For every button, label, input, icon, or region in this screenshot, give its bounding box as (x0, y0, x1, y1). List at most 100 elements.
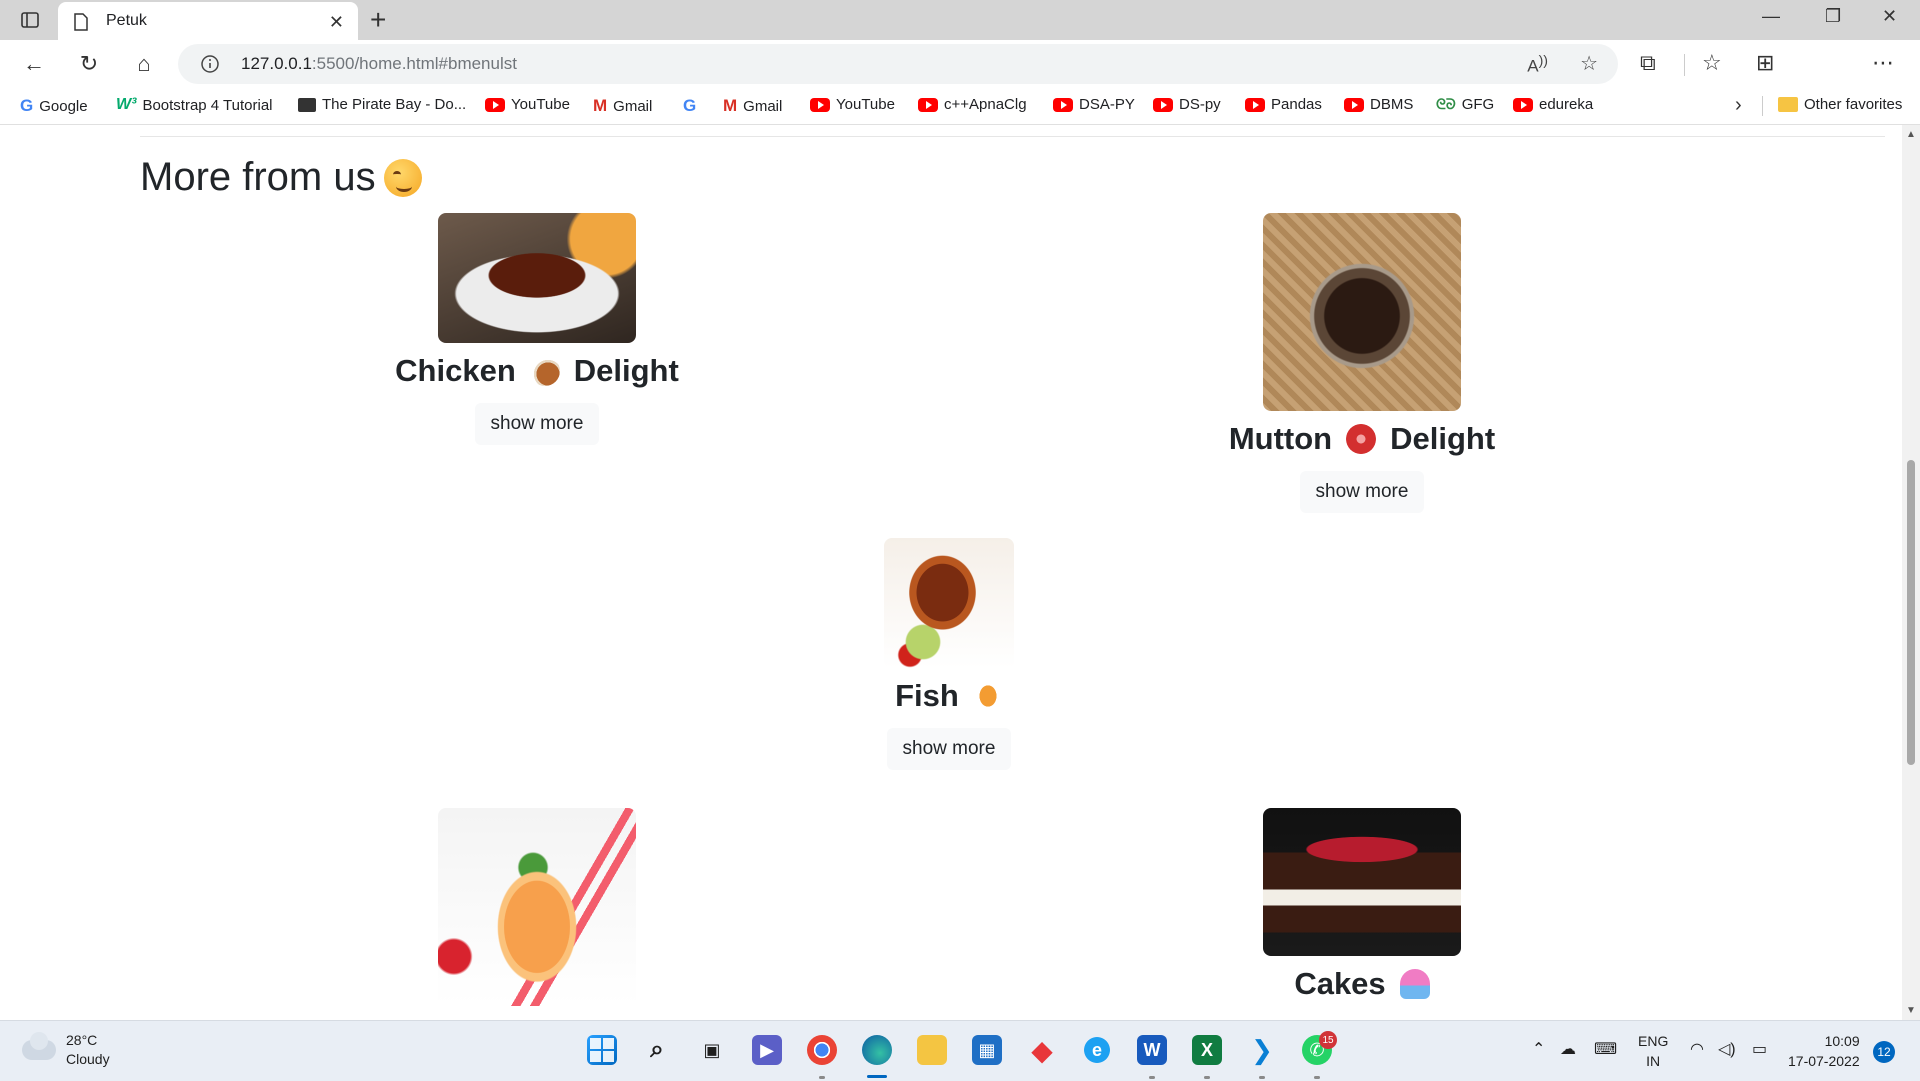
youtube-icon (485, 97, 505, 112)
teams-chat-icon[interactable]: ▶ (752, 1035, 782, 1065)
wifi-icon[interactable]: ◠ (1690, 1039, 1704, 1059)
close-tab-icon[interactable]: ✕ (329, 12, 344, 33)
restore-button[interactable]: ❐ (1825, 6, 1841, 27)
bookmark-dsa-py[interactable]: DSA-PY (1053, 96, 1135, 113)
bookmark-ds-py[interactable]: DS-py (1153, 96, 1221, 113)
language-code: ENG (1638, 1033, 1669, 1049)
section-heading-text: More from us (140, 155, 376, 199)
back-icon[interactable]: ← (20, 50, 48, 78)
bookmark-gmail[interactable]: M Gmail (593, 96, 652, 116)
add-favorite-icon[interactable]: ☆ (1580, 51, 1598, 76)
browser-app-icon[interactable]: e (1082, 1035, 1112, 1065)
bookmark-piratebay[interactable]: The Pirate Bay - Do... (298, 96, 466, 113)
battery-icon[interactable]: ▭ (1752, 1039, 1767, 1059)
card-title-part: Cakes (1294, 966, 1386, 1001)
search-icon[interactable]: ⌕ (642, 1035, 672, 1065)
url-field[interactable]: 127.0.0.1:5500/home.html#bmenulst A)) ☆ (178, 44, 1618, 84)
bookmark-youtube-2[interactable]: YouTube (810, 96, 895, 113)
gfg-icon: ᘓᘐ (1436, 96, 1456, 112)
divider (140, 136, 1885, 137)
extensions-icon[interactable]: ⧉ (1640, 50, 1656, 76)
keyboard-icon[interactable]: ⌨ (1594, 1039, 1617, 1059)
show-more-button[interactable]: show more (886, 728, 1012, 770)
collections-icon[interactable]: ⊞ (1756, 50, 1774, 76)
word-icon[interactable]: W (1137, 1035, 1167, 1065)
home-icon[interactable]: ⌂ (130, 50, 158, 78)
bookmark-label: DBMS (1370, 96, 1414, 113)
anydesk-icon[interactable]: ◆ (1027, 1035, 1057, 1066)
card-title: Chicken Delight (387, 353, 687, 389)
fish-image (884, 538, 1014, 668)
menu-card-cakes: Cakes (1212, 808, 1512, 1002)
running-indicator (1149, 1076, 1155, 1079)
tab-title: Petuk (106, 12, 147, 29)
notification-center-badge[interactable]: 12 (1873, 1041, 1895, 1063)
close-window-button[interactable]: ✕ (1882, 6, 1897, 27)
address-bar: ← ↻ ⌂ 127.0.0.1:5500/home.html#bmenulst … (0, 40, 1920, 118)
language-indicator[interactable]: ENG IN (1638, 1031, 1668, 1071)
menu-card-drink (387, 808, 687, 1006)
bookmark-label: The Pirate Bay - Do... (322, 96, 467, 113)
onedrive-icon[interactable]: ☁ (1560, 1039, 1576, 1059)
vscode-icon[interactable]: ❯ (1247, 1035, 1277, 1065)
running-indicator (1204, 1076, 1210, 1079)
youtube-icon (1053, 97, 1073, 112)
edge-icon[interactable] (862, 1035, 892, 1065)
tab-petuk[interactable]: Petuk ✕ (58, 2, 358, 40)
bookmark-gmail-2[interactable]: M Gmail (723, 96, 782, 116)
settings-menu-icon[interactable]: ⋯ (1872, 50, 1894, 76)
bookmark-google[interactable]: G Google (20, 96, 88, 116)
task-view-icon[interactable]: ▣ (697, 1035, 727, 1065)
volume-icon[interactable]: ◁) (1718, 1039, 1736, 1059)
file-explorer-icon[interactable] (917, 1035, 947, 1065)
show-hidden-icons-chevron-icon[interactable]: ⌃ (1532, 1039, 1545, 1059)
page-scrollbar[interactable]: ▲ ▼ (1902, 125, 1920, 1020)
show-more-button[interactable]: show more (474, 403, 600, 445)
microsoft-store-icon[interactable]: ▦ (972, 1035, 1002, 1065)
tab-actions-button[interactable] (12, 6, 48, 34)
bookmark-bootstrap[interactable]: W³ Bootstrap 4 Tutorial (116, 96, 273, 114)
show-more-button[interactable]: show more (1299, 471, 1425, 513)
excel-icon[interactable]: X (1192, 1035, 1222, 1065)
more-bookmarks-chevron-icon[interactable]: › (1735, 94, 1742, 117)
tab-bar: Petuk ✕ + — ❐ ✕ (0, 0, 1920, 40)
bookmark-google-2[interactable]: G (683, 96, 702, 116)
bookmark-label: GFG (1461, 96, 1495, 113)
scroll-up-arrow-icon[interactable]: ▲ (1906, 129, 1916, 140)
running-indicator (1314, 1076, 1320, 1079)
gmail-icon: M (593, 96, 608, 115)
scroll-down-arrow-icon[interactable]: ▼ (1906, 1005, 1916, 1016)
piratebay-icon (298, 97, 316, 112)
favorites-bar: G Google W³ Bootstrap 4 Tutorial The Pirat… (0, 88, 1920, 125)
other-favorites-folder[interactable]: Other favorites (1778, 96, 1902, 113)
active-app-indicator (867, 1075, 887, 1078)
new-tab-button[interactable]: + (370, 4, 386, 36)
favorites-icon[interactable]: ☆ (1702, 50, 1722, 76)
region-code: IN (1646, 1053, 1661, 1069)
bookmark-cpp-apnaclg[interactable]: c++ApnaClg (918, 96, 1027, 113)
site-info-icon[interactable] (200, 54, 220, 74)
minimize-button[interactable]: — (1762, 6, 1780, 27)
cloudy-weather-icon (22, 1032, 56, 1060)
scroll-thumb[interactable] (1907, 460, 1915, 765)
refresh-icon[interactable]: ↻ (75, 50, 103, 78)
start-windows-icon[interactable] (587, 1035, 617, 1065)
page-viewport: More from us Chicken Delight show more M… (0, 125, 1902, 1020)
read-aloud-icon[interactable]: A)) (1527, 53, 1548, 77)
whatsapp-unread-badge: 15 (1319, 1031, 1337, 1049)
bookmark-edureka[interactable]: edureka (1513, 96, 1593, 113)
url-host: 127.0.0.1 (241, 54, 312, 73)
bookmark-youtube[interactable]: YouTube (485, 96, 570, 113)
bookmark-label: DS-py (1179, 96, 1221, 113)
bookmark-pandas[interactable]: Pandas (1245, 96, 1322, 113)
chrome-icon[interactable] (807, 1035, 837, 1065)
section-heading: More from us (140, 155, 422, 200)
page-icon (74, 13, 88, 31)
bookmark-label: DSA-PY (1079, 96, 1135, 113)
bookmark-gfg[interactable]: ᘓᘐ GFG (1436, 96, 1494, 113)
bookmark-label: Gmail (613, 97, 653, 115)
weather-widget[interactable]: 28°C Cloudy (22, 1031, 110, 1069)
clock[interactable]: 10:09 17-07-2022 (1788, 1031, 1860, 1071)
tab-actions-icon (21, 12, 39, 28)
bookmark-dbms[interactable]: DBMS (1344, 96, 1413, 113)
